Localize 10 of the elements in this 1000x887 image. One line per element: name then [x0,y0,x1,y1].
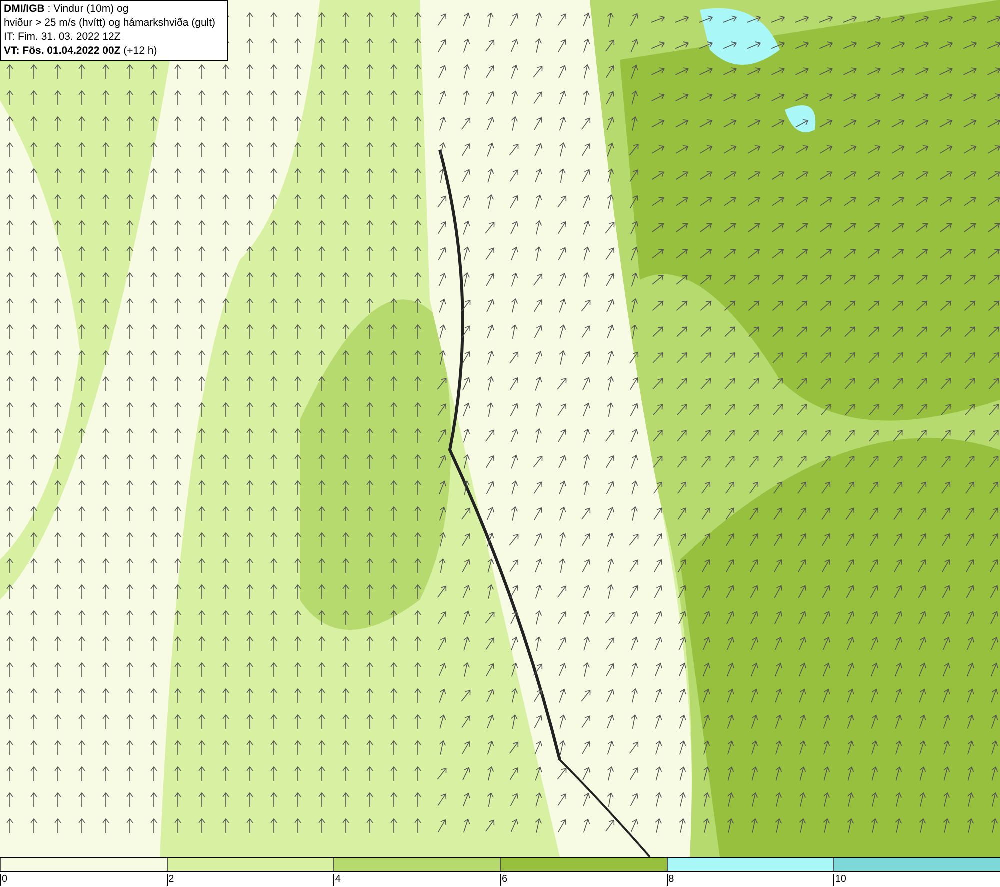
scale-label: 8 [666,874,674,886]
scale-label: 4 [333,874,341,886]
scale-label: 10 [833,874,846,886]
info-text: hviður > 25 m/s (hvítt) og hámarkshviða (gult) [4,16,217,30]
info-text: IT: Fim. 31. 03. 2022 12Z [4,30,122,44]
scale-label: 0 [0,874,8,886]
info-text: VT: Fös. 01.04.2022 00Z (+12 h) [4,44,158,58]
scale-label: 2 [166,874,174,886]
scale-label: 6 [500,874,508,886]
info-text: DMI/IGB : Vindur (10m) og [4,2,130,16]
